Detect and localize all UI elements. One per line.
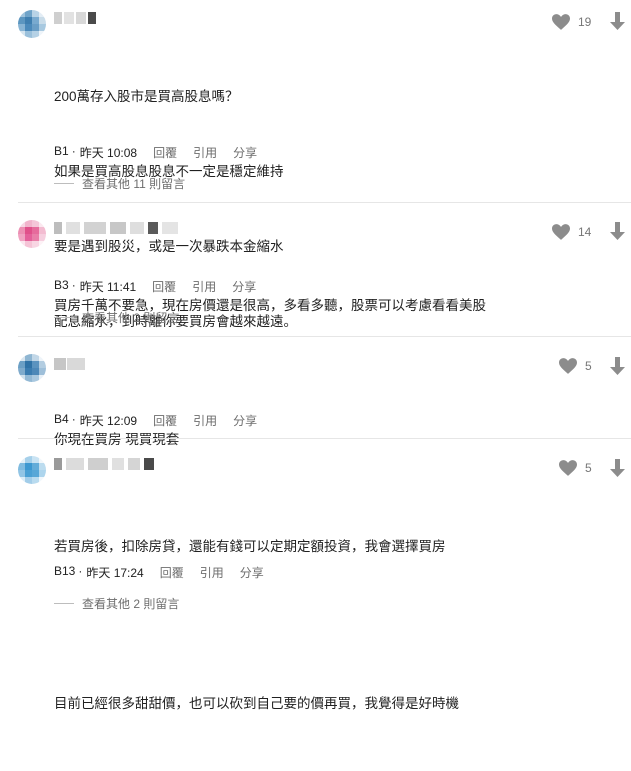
avatar[interactable] [18, 10, 46, 38]
avatar[interactable] [18, 220, 46, 248]
username-redacted[interactable] [54, 458, 159, 470]
username-redacted[interactable] [54, 222, 184, 234]
replies-line [54, 317, 74, 318]
divider [18, 202, 631, 203]
floor-number: B4 [54, 412, 69, 426]
comment-meta: B3 · 昨天 11:41 回覆 引用 分享 [54, 278, 257, 295]
floor-number: B3 [54, 278, 69, 292]
down-arrow-icon[interactable] [610, 12, 625, 30]
comment-line: 200萬存入股市是買高股息嗎？ [54, 89, 239, 104]
divider [18, 438, 631, 439]
heart-icon[interactable] [559, 358, 577, 374]
quote-button[interactable]: 引用 [193, 412, 217, 429]
timestamp: 昨天 12:09 [79, 414, 138, 428]
divider [18, 336, 631, 337]
replies-line [54, 183, 74, 184]
heart-icon[interactable] [552, 224, 570, 240]
view-more-replies[interactable]: 查看其他 2 則留言 [54, 595, 179, 612]
like-count: 14 [578, 225, 592, 239]
reply-button[interactable]: 回覆 [160, 564, 184, 581]
comment-text: 若買房後，扣除房貸，還能有錢可以定期定額投資，我會選擇買房 目前已經很多甜甜價，… [54, 479, 459, 771]
share-button[interactable]: 分享 [232, 278, 256, 295]
comment-meta: B13 · 昨天 17:24 回覆 引用 分享 [54, 564, 264, 581]
like-control[interactable]: 14 [552, 224, 591, 240]
username-redacted[interactable] [54, 12, 104, 24]
heart-icon[interactable] [552, 14, 570, 30]
view-more-replies[interactable]: 查看其他 2 則留言 [54, 309, 179, 326]
comment-line: 你現在買房 現買現套 [54, 432, 180, 447]
avatar[interactable] [18, 354, 46, 382]
like-control[interactable]: 19 [552, 14, 591, 30]
reply-button[interactable]: 回覆 [153, 144, 177, 161]
comment-line: 若買房後，扣除房貸，還能有錢可以定期定額投資，我會選擇買房 [54, 539, 446, 554]
comment-meta: B4 · 昨天 12:09 回覆 引用 分享 [54, 412, 258, 429]
timestamp: 昨天 17:24 [86, 566, 144, 580]
quote-button[interactable]: 引用 [192, 278, 216, 295]
quote-button[interactable]: 引用 [200, 564, 224, 581]
down-arrow-icon[interactable] [610, 357, 625, 375]
replies-line [54, 603, 74, 604]
avatar[interactable] [18, 456, 46, 484]
share-button[interactable]: 分享 [240, 564, 264, 581]
share-button[interactable]: 分享 [233, 412, 257, 429]
comment-line: 目前已經很多甜甜價，也可以砍到自己要的價再買，我覺得是好時機 [54, 696, 459, 711]
floor-number: B13 [54, 564, 76, 578]
reply-button[interactable]: 回覆 [152, 278, 176, 295]
view-more-replies-label[interactable]: 查看其他 2 則留言 [82, 309, 179, 326]
down-arrow-icon[interactable] [610, 222, 625, 240]
like-count: 5 [585, 359, 592, 373]
view-more-replies-label[interactable]: 查看其他 11 則留言 [82, 175, 185, 192]
share-button[interactable]: 分享 [233, 144, 257, 161]
like-count: 19 [578, 15, 592, 29]
username-redacted[interactable] [54, 358, 86, 370]
like-control[interactable]: 5 [559, 460, 592, 476]
like-control[interactable]: 5 [559, 358, 592, 374]
down-arrow-icon[interactable] [610, 459, 625, 477]
reply-button[interactable]: 回覆 [153, 412, 177, 429]
comment-line [54, 614, 459, 636]
floor-number: B1 [54, 144, 69, 158]
view-more-replies[interactable]: 查看其他 11 則留言 [54, 175, 185, 192]
comment-text: 買房千萬不要急，現在房價還是很高，多看多聽，股票可以考慮看看美股 [54, 243, 486, 368]
timestamp: 昨天 10:08 [79, 146, 138, 160]
quote-button[interactable]: 引用 [193, 144, 217, 161]
like-count: 5 [585, 461, 592, 475]
comment-meta: B1 · 昨天 10:08 回覆 引用 分享 [54, 144, 258, 161]
timestamp: 昨天 11:41 [79, 280, 137, 294]
heart-icon[interactable] [559, 460, 577, 476]
view-more-replies-label[interactable]: 查看其他 2 則留言 [82, 595, 179, 612]
